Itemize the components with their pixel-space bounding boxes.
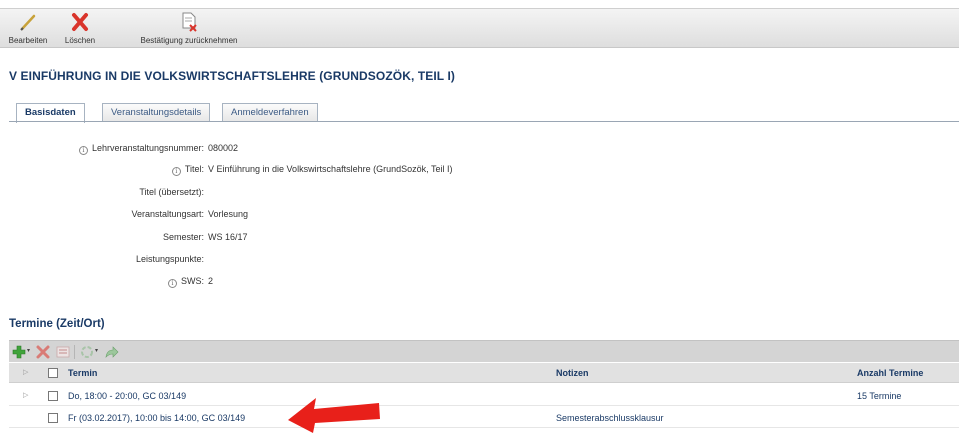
semester-label: Semester:	[162, 232, 204, 242]
edit-button[interactable]: Bearbeiten	[4, 11, 52, 47]
sws-label: SWS:	[180, 276, 204, 286]
field-titel: i Titel:	[0, 163, 204, 176]
tab-veranstaltungsdetails[interactable]: Veranstaltungsdetails	[102, 103, 211, 122]
row-anzahl: 15 Termine	[857, 391, 902, 401]
annotation-arrow-icon	[288, 398, 380, 433]
revoke-label: Bestätigung zurücknehmen	[140, 36, 238, 45]
info-icon[interactable]: i	[78, 146, 88, 155]
field-sws: i SWS:	[0, 275, 204, 288]
column-header-notizen[interactable]: Notizen	[556, 363, 589, 383]
tab-anmeldeverfahren[interactable]: Anmeldeverfahren	[222, 103, 318, 122]
delete-label: Löschen	[64, 36, 96, 45]
titel-label: Titel:	[184, 164, 204, 174]
main-toolbar: Bearbeiten Löschen Bestätigung zurückneh…	[0, 8, 959, 48]
row-checkbox[interactable]	[48, 391, 58, 401]
document-revoke-icon	[182, 12, 197, 32]
field-titel-uebersetzt: Titel (übersetzt):	[0, 186, 204, 198]
delete-button[interactable]: Löschen	[58, 11, 102, 47]
column-header-termin[interactable]: Termin	[68, 363, 97, 383]
termine-section-title: Termine (Zeit/Ort)	[9, 318, 105, 330]
tabs-divider	[9, 121, 959, 122]
info-icon[interactable]: i	[171, 167, 181, 176]
field-veranstaltungsart: Veranstaltungsart:	[0, 208, 204, 220]
semester-value: WS 16/17	[208, 232, 248, 242]
delete-x-icon	[72, 13, 88, 31]
edit-label: Bearbeiten	[8, 36, 48, 45]
titel-uebersetzt-label: Titel (übersetzt):	[139, 187, 204, 197]
termine-grid-toolbar: ▾ ▾	[9, 340, 959, 362]
row-checkbox[interactable]	[48, 413, 58, 423]
field-lvnr: i Lehrveranstaltungsnummer:	[0, 142, 204, 155]
lvnr-value: 080002	[208, 143, 239, 153]
row-termin: Do, 18:00 - 20:00, GC 03/149	[68, 391, 187, 401]
field-leistungspunkte: Leistungspunkte:	[0, 253, 204, 265]
info-icon[interactable]: i	[167, 279, 177, 288]
column-header-anzahl[interactable]: Anzahl Termine	[857, 363, 923, 383]
list-edit-icon[interactable]	[55, 344, 71, 360]
titel-value: V Einführung in die Volkswirtschaftslehr…	[208, 164, 453, 174]
toolbar-separator	[74, 345, 75, 359]
page-title: V EINFÜHRUNG IN DIE VOLKSWIRTSCHAFTSLEHR…	[9, 69, 455, 83]
expand-row-icon[interactable]: ▷	[23, 386, 28, 406]
termine-grid-header: ▷ Termin Notizen Anzahl Termine	[9, 363, 959, 383]
tab-basisdaten[interactable]: Basisdaten	[16, 103, 85, 123]
refresh-dropdown-icon[interactable]: ▾	[95, 347, 98, 354]
lp-label: Leistungspunkte:	[135, 254, 204, 264]
pencil-icon	[20, 14, 36, 31]
sws-value: 2	[208, 276, 214, 286]
select-all-checkbox[interactable]	[48, 368, 58, 378]
lvnr-label: Lehrveranstaltungsnummer:	[91, 143, 204, 153]
art-label: Veranstaltungsart:	[131, 209, 204, 219]
row-termin: Fr (03.02.2017), 10:00 bis 14:00, GC 03/…	[68, 413, 246, 423]
add-icon[interactable]	[11, 344, 27, 360]
expand-all-icon[interactable]: ▷	[23, 363, 28, 383]
table-row[interactable]: Fr (03.02.2017), 10:00 bis 14:00, GC 03/…	[9, 408, 959, 428]
add-dropdown-icon[interactable]: ▾	[27, 347, 30, 354]
field-semester: Semester:	[0, 231, 204, 243]
forward-arrow-icon[interactable]	[103, 344, 119, 360]
table-row[interactable]: ▷ Do, 18:00 - 20:00, GC 03/149 15 Termin…	[9, 386, 959, 406]
art-value: Vorlesung	[208, 209, 249, 219]
row-notizen: Semesterabschlussklausur	[556, 413, 664, 423]
delete-icon[interactable]	[35, 344, 51, 360]
refresh-icon[interactable]	[79, 344, 95, 360]
revoke-confirmation-button[interactable]: Bestätigung zurücknehmen	[136, 11, 242, 47]
